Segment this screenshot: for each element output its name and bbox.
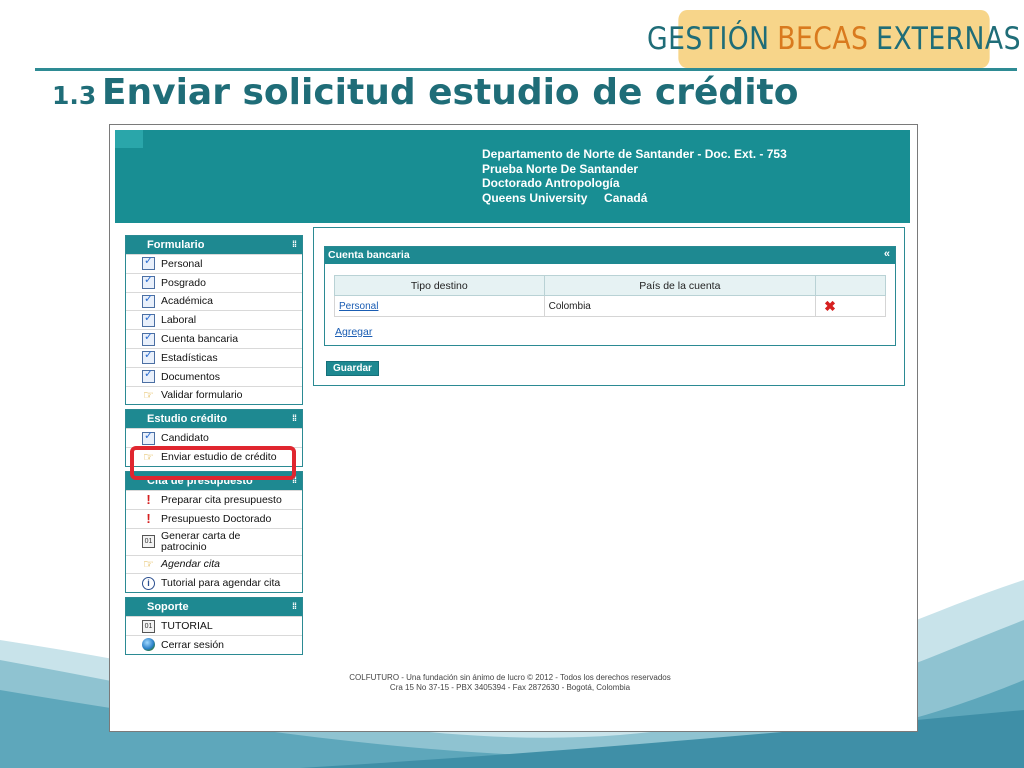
header-department: Departamento de Norte de Santander - Doc… [482, 147, 787, 161]
sidebar-item-label: Preparar cita presupuesto [161, 493, 282, 506]
slide: GESTIÓN BECAS EXTERNAS 1.3 Enviar solicitu… [0, 0, 1024, 768]
sidebar-item-cerrar-sesion[interactable]: Cerrar sesión [126, 634, 302, 654]
bank-account-panel: Cuenta bancaria « Tipo destino País de l… [324, 246, 896, 346]
account-type-link[interactable]: Personal [339, 301, 378, 312]
brand-part2: BECAS [777, 21, 869, 57]
title-divider [35, 68, 1017, 71]
info-icon: i [142, 576, 155, 590]
sidebar-item-label: Académica [161, 295, 213, 308]
sidebar-item-estadisticas[interactable]: Estadísticas [126, 347, 302, 367]
header-university: Queens University Canadá [482, 190, 648, 205]
sidebar-item-generar-carta[interactable]: 01 Generar carta de patrocinio [126, 527, 302, 555]
sidebar-item-preparar-cita[interactable]: ! Preparar cita presupuesto [126, 489, 302, 509]
column-header: País de la cuenta [543, 275, 817, 296]
document-check-icon [142, 367, 155, 384]
sidebar-item-posgrado[interactable]: Posgrado [126, 272, 302, 292]
sidebar-item-label: Cuenta bancaria [161, 333, 239, 346]
slide-title-text: Enviar solicitud estudio de crédito [101, 72, 799, 113]
column-header [815, 275, 886, 296]
panel-cita-presupuesto: Cita de presupuesto ⁞⁞ ! Preparar cita pre… [125, 470, 303, 594]
app-header: Departamento de Norte de Santander - Doc… [115, 130, 910, 223]
sidebar-item-label: Candidato [161, 432, 209, 445]
document-check-icon [142, 330, 155, 346]
pointing-hand-icon: ☞ [143, 557, 154, 572]
bank-panel-header: Cuenta bancaria « [325, 247, 895, 264]
sidebar-item-laboral[interactable]: Laboral [126, 310, 302, 329]
panel-formulario: Formulario ⁞⁞ Personal Posgrado Académica… [125, 235, 303, 406]
grip-icon: ⁞⁞ [292, 601, 297, 612]
bank-account-table: Tipo destino País de la cuenta Personal … [334, 275, 886, 317]
sidebar-item-presupuesto-doctorado[interactable]: ! Presupuesto Doctorado [126, 508, 302, 528]
slide-title: 1.3 Enviar solicitud estudio de crédito [52, 72, 798, 113]
document-check-icon [142, 311, 155, 327]
sidebar-item-personal[interactable]: Personal [126, 254, 302, 273]
app-footer: COLFUTURO - Una fundación sin ánimo de l… [335, 673, 685, 693]
sidebar-item-label: Agendar cita [161, 558, 220, 571]
document-check-icon [142, 254, 155, 271]
sidebar-item-agendar-cita[interactable]: ☞ Agendar cita [126, 554, 302, 574]
sidebar-item-cuenta-bancaria[interactable]: Cuenta bancaria [126, 329, 302, 348]
sidebar-item-label: TUTORIAL [161, 620, 213, 633]
panel-soporte: Soporte ⁞⁞ 01 TUTORIAL Cerrar sesión [125, 597, 303, 655]
slide-number: 1.3 [52, 81, 97, 110]
sidebar-item-label: Laboral [161, 314, 197, 327]
sidebar-item-academica[interactable]: Académica [126, 291, 302, 311]
brand-badge: GESTIÓN BECAS EXTERNAS [647, 10, 1021, 68]
app-screenshot: Departamento de Norte de Santander - Doc… [109, 124, 918, 732]
footer-address: Cra 15 No 37-15 - PBX 3405394 - Fax 2872… [389, 683, 631, 692]
add-account-link[interactable]: Agregar [335, 326, 372, 338]
panel-title: Soporte [147, 601, 189, 614]
header-info: Departamento de Norte de Santander - Doc… [482, 147, 787, 205]
sidebar-item-documentos[interactable]: Documentos [126, 366, 302, 386]
main-content: Cuenta bancaria « Tipo destino País de l… [313, 227, 905, 386]
footer-line: COLFUTURO - Una fundación sin ánimo de l… [349, 673, 671, 682]
document-check-icon [142, 273, 155, 290]
sidebar-item-label: Estadísticas [161, 351, 218, 364]
sidebar-item-label: Cerrar sesión [161, 638, 225, 651]
collapse-icon[interactable]: « [884, 248, 890, 260]
grip-icon: ⁞⁞ [292, 239, 297, 249]
panel-title: Formulario [147, 239, 205, 251]
delete-icon[interactable]: ✖ [820, 298, 836, 314]
document-check-icon [142, 348, 155, 365]
highlight-box [130, 446, 296, 480]
sidebar-item-label: Personal [161, 257, 203, 270]
panel-header[interactable]: Formulario ⁞⁞ [126, 236, 302, 254]
sidebar-item-candidato[interactable]: Candidato [126, 428, 302, 447]
header-user: Prueba Norte De Santander [482, 161, 639, 176]
sidebar-item-label: Presupuesto Doctorado [161, 512, 272, 525]
calendar-icon: 01 [142, 535, 155, 549]
sidebar-item-label: Documentos [161, 370, 220, 383]
sidebar-item-label: Validar formulario [161, 389, 243, 402]
table-row: Personal Colombia ✖ [334, 295, 886, 317]
sidebar-item-validar[interactable]: ☞ Validar formulario [126, 385, 302, 405]
sidebar-item-label: Tutorial para agendar cita [161, 577, 281, 590]
document-check-icon [142, 292, 155, 308]
sidebar-item-tutorial[interactable]: 01 TUTORIAL [126, 616, 302, 635]
header-program: Doctorado Antropología [482, 176, 620, 190]
bank-panel-title: Cuenta bancaria [328, 249, 410, 261]
account-country: Colombia [543, 295, 817, 317]
document-check-icon [142, 429, 155, 445]
calendar-icon: 01 [142, 619, 155, 633]
panel-header[interactable]: Soporte ⁞⁞ [126, 598, 302, 617]
header-tab [115, 130, 143, 148]
panel-title: Estudio crédito [147, 413, 228, 426]
grip-icon: ⁞⁞ [292, 413, 297, 424]
column-header: Tipo destino [334, 275, 545, 296]
exclamation-icon: ! [146, 492, 151, 508]
sidebar-item-label: Posgrado [161, 276, 206, 289]
brand-part3: EXTERNAS [876, 21, 1021, 57]
pointing-hand-icon: ☞ [143, 388, 154, 403]
sidebar-item-tutorial-cita[interactable]: i Tutorial para agendar cita [126, 573, 302, 592]
brand-part1: GESTIÓN [647, 21, 770, 57]
panel-header[interactable]: Estudio crédito ⁞⁞ [126, 410, 302, 429]
sidebar-item-label: Generar carta de patrocinio [161, 529, 241, 553]
globe-icon [142, 638, 155, 652]
exclamation-icon: ! [146, 511, 151, 527]
save-button[interactable]: Guardar [326, 361, 379, 376]
